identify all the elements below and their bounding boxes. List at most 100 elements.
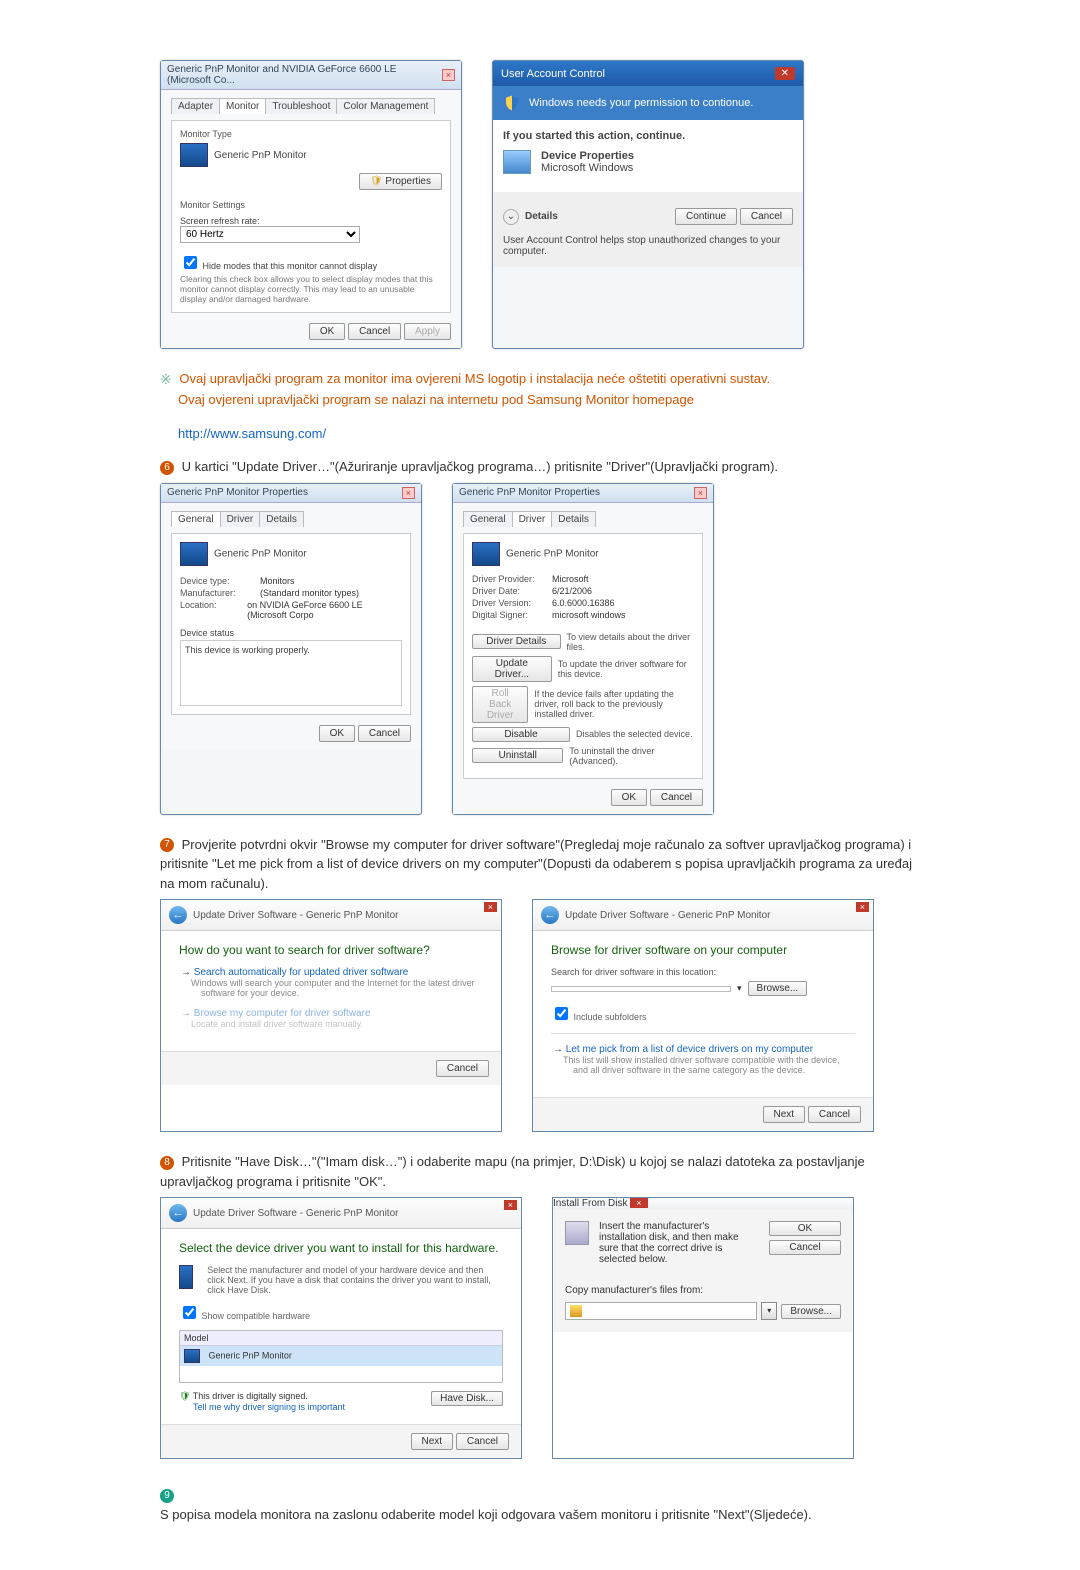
- have-disk-button[interactable]: Have Disk...: [431, 1391, 503, 1406]
- next-button[interactable]: Next: [411, 1433, 454, 1450]
- driver-details-button[interactable]: Driver Details: [472, 634, 561, 649]
- refresh-rate-label: Screen refresh rate:: [180, 216, 442, 226]
- update-driver-wizard-browse: ← Update Driver Software - Generic PnP M…: [532, 899, 874, 1132]
- tab-general[interactable]: General: [463, 511, 513, 527]
- uac-dialog: User Account Control ✕ Windows needs you…: [492, 60, 804, 349]
- uac-started: If you started this action, continue.: [503, 130, 793, 142]
- back-icon[interactable]: ←: [169, 906, 187, 924]
- option-search-auto[interactable]: → Search automatically for updated drive…: [179, 967, 483, 998]
- close-icon[interactable]: ×: [694, 487, 707, 499]
- rollback-button[interactable]: Roll Back Driver: [472, 686, 528, 723]
- samsung-link[interactable]: http://www.samsung.com/: [178, 426, 326, 441]
- hide-modes-checkbox[interactable]: [184, 256, 197, 269]
- step8-icon: 8: [160, 1156, 174, 1170]
- model-header: Model: [180, 1331, 502, 1346]
- step7-icon: 7: [160, 838, 174, 852]
- hide-modes-label: Hide modes that this monitor cannot disp…: [203, 261, 378, 271]
- pnp-properties-general-dialog: Generic PnP Monitor Properties × General…: [160, 483, 422, 815]
- signed-label: This driver is digitally signed.: [193, 1391, 308, 1401]
- back-icon[interactable]: ←: [541, 906, 559, 924]
- close-icon[interactable]: ×: [402, 487, 415, 499]
- cancel-button[interactable]: Cancel: [769, 1240, 841, 1255]
- tab-general[interactable]: General: [171, 511, 221, 527]
- wizard-crumb: Update Driver Software - Generic PnP Mon…: [193, 1208, 398, 1219]
- path-combobox[interactable]: [565, 1302, 757, 1320]
- pnp-properties-driver-dialog: Generic PnP Monitor Properties × General…: [452, 483, 714, 815]
- cancel-button[interactable]: Cancel: [358, 725, 411, 742]
- tab-driver[interactable]: Driver: [220, 511, 261, 527]
- wizard-crumb: Update Driver Software - Generic PnP Mon…: [193, 910, 398, 921]
- step6-text: U kartici "Update Driver…"(Ažuriranje up…: [182, 459, 778, 474]
- shield-icon: [503, 94, 521, 112]
- wizard-desc: Select the manufacturer and model of you…: [207, 1265, 503, 1295]
- uac-title: User Account Control: [501, 68, 605, 80]
- include-subfolders-checkbox[interactable]: [555, 1007, 568, 1020]
- continue-button[interactable]: Continue: [675, 208, 737, 225]
- tab-troubleshoot[interactable]: Troubleshoot: [265, 98, 337, 114]
- next-button[interactable]: Next: [763, 1106, 806, 1123]
- browse-button[interactable]: Browse...: [748, 981, 808, 996]
- monitor-icon: [180, 143, 208, 167]
- back-icon[interactable]: ←: [169, 1204, 187, 1222]
- path-input[interactable]: [551, 986, 731, 992]
- close-icon[interactable]: ×: [630, 1198, 647, 1208]
- refresh-rate-select[interactable]: 60 Hertz: [180, 226, 360, 243]
- uninstall-button[interactable]: Uninstall: [472, 748, 563, 763]
- option-browse[interactable]: → Browse my computer for driver software…: [179, 1008, 483, 1029]
- tab-driver[interactable]: Driver: [512, 511, 553, 527]
- tab-details[interactable]: Details: [551, 511, 596, 527]
- location-label: Search for driver software in this locat…: [551, 967, 855, 977]
- device-name: Generic PnP Monitor: [506, 548, 599, 559]
- close-icon[interactable]: ×: [504, 1200, 517, 1210]
- ok-button[interactable]: OK: [319, 725, 355, 742]
- ok-button[interactable]: OK: [769, 1221, 841, 1236]
- monitor-type-value: Generic PnP Monitor: [214, 150, 307, 161]
- update-driver-wizard-search: ← Update Driver Software - Generic PnP M…: [160, 899, 502, 1132]
- tab-color-management[interactable]: Color Management: [336, 98, 435, 114]
- model-item[interactable]: Generic PnP Monitor: [180, 1346, 502, 1366]
- apply-button[interactable]: Apply: [404, 323, 451, 340]
- copy-from-label: Copy manufacturer's files from:: [565, 1285, 841, 1296]
- option-let-me-pick[interactable]: → Let me pick from a list of device driv…: [551, 1044, 855, 1075]
- monitor-properties-dialog: Generic PnP Monitor and NVIDIA GeForce 6…: [160, 60, 462, 349]
- disable-button[interactable]: Disable: [472, 727, 570, 742]
- show-compatible-checkbox[interactable]: [183, 1306, 196, 1319]
- details-button[interactable]: Details: [525, 211, 558, 222]
- close-icon[interactable]: ×: [856, 902, 869, 912]
- star-icon: ※: [160, 371, 172, 387]
- cancel-button[interactable]: Cancel: [650, 789, 703, 806]
- dialog-title: Generic PnP Monitor and NVIDIA GeForce 6…: [167, 64, 442, 86]
- tab-monitor[interactable]: Monitor: [219, 98, 266, 114]
- ok-button[interactable]: OK: [309, 323, 345, 340]
- monitor-icon: [472, 542, 500, 566]
- close-icon[interactable]: ×: [484, 902, 497, 912]
- step5-note: ※ Ovaj upravljački program za monitor im…: [160, 369, 920, 443]
- tab-adapter[interactable]: Adapter: [171, 98, 220, 114]
- cancel-button[interactable]: Cancel: [348, 323, 401, 340]
- monitor-icon: [180, 542, 208, 566]
- wizard-question: How do you want to search for driver sof…: [179, 943, 483, 957]
- step7-text: Provjerite potvrdni okvir "Browse my com…: [160, 837, 912, 891]
- folder-icon: [570, 1305, 582, 1317]
- uac-publisher: Microsoft Windows: [541, 162, 634, 174]
- cancel-button[interactable]: Cancel: [436, 1060, 489, 1077]
- device-status-box: This device is working properly.: [180, 640, 402, 706]
- uac-headline: Windows needs your permission to contion…: [529, 97, 753, 109]
- chevron-down-icon[interactable]: ⌄: [503, 209, 519, 225]
- update-driver-button[interactable]: Update Driver...: [472, 656, 552, 682]
- browse-button[interactable]: Browse...: [781, 1304, 841, 1319]
- close-icon[interactable]: ✕: [775, 67, 795, 80]
- step9-icon: 9: [160, 1489, 174, 1503]
- signing-link[interactable]: Tell me why driver signing is important: [193, 1402, 345, 1412]
- cancel-button[interactable]: Cancel: [740, 208, 793, 225]
- tab-details[interactable]: Details: [259, 511, 304, 527]
- cancel-button[interactable]: Cancel: [808, 1106, 861, 1123]
- device-status-label: Device status: [180, 628, 402, 638]
- close-icon[interactable]: ×: [442, 69, 455, 81]
- properties-button[interactable]: 🛡 Properties: [359, 173, 442, 190]
- dialog-title: Install From Disk: [553, 1198, 627, 1209]
- cancel-button[interactable]: Cancel: [456, 1433, 509, 1450]
- ok-button[interactable]: OK: [611, 789, 647, 806]
- chevron-down-icon[interactable]: ▾: [761, 1302, 777, 1320]
- dialog-title: Generic PnP Monitor Properties: [459, 487, 600, 498]
